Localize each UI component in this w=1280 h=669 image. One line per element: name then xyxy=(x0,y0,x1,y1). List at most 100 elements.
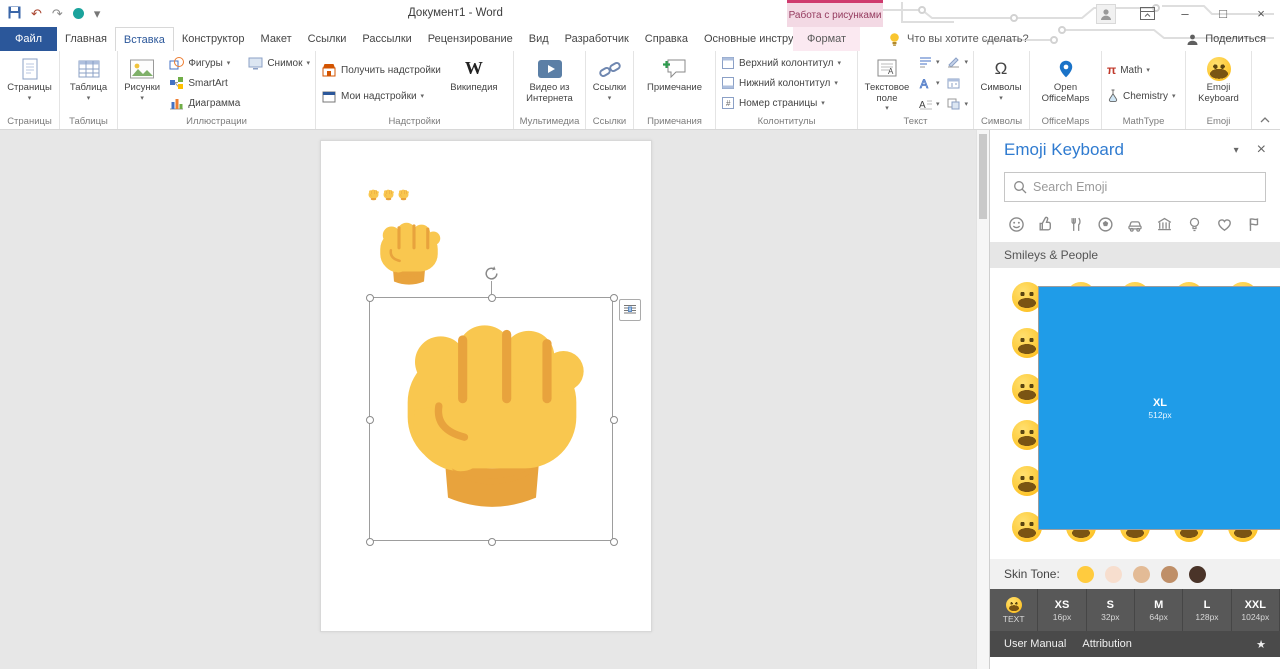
signature-line-button[interactable]: ▾ xyxy=(944,53,971,71)
user-manual-link[interactable]: User Manual xyxy=(1004,638,1066,650)
ribbon-display-options-button[interactable] xyxy=(1132,0,1162,27)
category-objects[interactable] xyxy=(1185,214,1205,234)
skin-tone-default[interactable] xyxy=(1076,565,1094,583)
panel-menu-caret-icon[interactable]: ▾ xyxy=(1234,145,1239,156)
favorite-star-icon[interactable]: ★ xyxy=(1256,638,1266,651)
smiley-icon xyxy=(1008,216,1024,232)
chart-button[interactable]: Диаграмма xyxy=(166,93,243,113)
collapse-ribbon-button[interactable] xyxy=(1256,112,1274,126)
category-smileys[interactable] xyxy=(1006,214,1026,234)
emoji-keyboard-button[interactable]: Emoji Keyboard xyxy=(1189,53,1249,113)
fist-image-large[interactable] xyxy=(382,314,602,520)
redo-button[interactable]: ↷ xyxy=(52,7,63,20)
size-option-xs[interactable]: XS 16px xyxy=(1038,589,1087,631)
tab-file[interactable]: Файл xyxy=(0,27,58,51)
page-number-button[interactable]: # Номер страницы ▾ xyxy=(718,93,844,113)
skin-tone-medium[interactable] xyxy=(1160,565,1178,583)
links-button[interactable]: Ссылки ▾ xyxy=(588,53,631,113)
tab-developer[interactable]: Разработчик xyxy=(557,27,637,51)
links-icon xyxy=(598,55,622,82)
screenshot-icon xyxy=(248,57,263,70)
minimize-button[interactable]: – xyxy=(1170,0,1200,27)
category-food[interactable] xyxy=(1066,214,1086,234)
symbols-button[interactable]: Ω Символы ▾ xyxy=(976,53,1026,113)
document-page[interactable] xyxy=(320,140,652,632)
date-time-button[interactable] xyxy=(944,74,971,92)
category-symbols[interactable] xyxy=(1214,214,1234,234)
selection-handle-se[interactable] xyxy=(610,538,618,546)
get-addins-button[interactable]: Получить надстройки xyxy=(318,60,444,80)
object-button[interactable]: ▾ xyxy=(944,95,971,113)
category-activities[interactable] xyxy=(1095,214,1115,234)
screenshot-button[interactable]: Снимок ▾ xyxy=(245,53,313,73)
online-video-button[interactable]: Видео из Интернета xyxy=(518,53,582,113)
pages-button[interactable]: Страницы ▾ xyxy=(2,53,57,113)
tab-review[interactable]: Рецензирование xyxy=(420,27,521,51)
officemaps-button[interactable]: Open OfficeMaps xyxy=(1034,53,1098,113)
emoji-search-box[interactable] xyxy=(1004,172,1266,202)
fist-image-medium[interactable] xyxy=(371,219,447,289)
chemistry-button[interactable]: Chemistry ▾ xyxy=(1104,86,1179,106)
selection-handle-n[interactable] xyxy=(488,294,496,302)
shapes-button[interactable]: Фигуры ▾ xyxy=(166,53,243,73)
comment-button[interactable]: Примечание xyxy=(640,53,710,113)
my-addins-button[interactable]: Мои надстройки ▾ xyxy=(318,86,444,106)
pictures-button[interactable]: Рисунки ▾ xyxy=(120,53,164,113)
wikipedia-button[interactable]: W Википедия xyxy=(446,53,502,113)
selected-picture-frame[interactable] xyxy=(366,266,618,546)
selection-handle-nw[interactable] xyxy=(366,294,374,302)
size-option-xxl[interactable]: XXL 1024px xyxy=(1232,589,1280,631)
category-gestures[interactable] xyxy=(1036,214,1056,234)
tab-layout[interactable]: Макет xyxy=(253,27,300,51)
tab-insert[interactable]: Вставка xyxy=(114,27,174,51)
customize-qat-button[interactable]: ▾ xyxy=(94,7,101,20)
tab-references[interactable]: Ссылки xyxy=(300,27,355,51)
save-button[interactable] xyxy=(8,6,21,21)
tab-view[interactable]: Вид xyxy=(521,27,557,51)
selection-handle-ne[interactable] xyxy=(610,294,618,302)
wordart-button[interactable]: A ▾ xyxy=(916,74,943,92)
selection-handle-w[interactable] xyxy=(366,416,374,424)
math-button[interactable]: π Math ▾ xyxy=(1104,60,1179,80)
size-option-l[interactable]: L 128px xyxy=(1183,589,1232,631)
size-option-s[interactable]: S 32px xyxy=(1087,589,1135,631)
tab-mailings[interactable]: Рассылки xyxy=(354,27,419,51)
tab-format-context[interactable]: Формат xyxy=(793,27,861,51)
panel-close-button[interactable]: × xyxy=(1257,142,1266,158)
rotate-handle[interactable] xyxy=(483,265,500,282)
tab-help[interactable]: Справка xyxy=(637,27,696,51)
attribution-link[interactable]: Attribution xyxy=(1082,638,1132,650)
selection-handle-sw[interactable] xyxy=(366,538,374,546)
inline-emoji-text[interactable] xyxy=(367,189,410,201)
selection-handle-e[interactable] xyxy=(610,416,618,424)
emoji-search-input[interactable] xyxy=(1033,180,1257,194)
tell-me-search[interactable]: Что вы хотите сделать? xyxy=(888,29,1029,49)
undo-button[interactable]: ↶ xyxy=(31,7,42,20)
skin-tone-dark[interactable] xyxy=(1188,565,1206,583)
smartart-button[interactable]: SmartArt xyxy=(166,73,243,93)
share-button[interactable]: Поделиться xyxy=(1186,29,1266,49)
maximize-button[interactable]: □ xyxy=(1208,0,1238,27)
textbox-button[interactable]: A Текстовое поле ▾ xyxy=(860,53,914,113)
skin-tone-light[interactable] xyxy=(1104,565,1122,583)
tab-home[interactable]: Главная xyxy=(57,27,115,51)
layout-options-button[interactable] xyxy=(619,299,641,321)
scrollbar-thumb[interactable] xyxy=(979,134,987,219)
footer-button[interactable]: Нижний колонтитул ▾ xyxy=(718,73,844,93)
skin-tone-medium-light[interactable] xyxy=(1132,565,1150,583)
size-option-xl[interactable]: XL 512px xyxy=(1038,286,1280,530)
header-button[interactable]: Верхний колонтитул ▾ xyxy=(718,53,844,73)
selection-handle-s[interactable] xyxy=(488,538,496,546)
quick-parts-button[interactable]: ▾ xyxy=(916,53,943,71)
category-places[interactable] xyxy=(1155,214,1175,234)
user-account-button[interactable] xyxy=(1096,4,1116,24)
table-button[interactable]: Таблица ▾ xyxy=(62,53,115,113)
size-option-m[interactable]: M 64px xyxy=(1135,589,1184,631)
dropcap-button[interactable]: A ▾ xyxy=(916,95,943,113)
tab-design[interactable]: Конструктор xyxy=(174,27,253,51)
category-flags[interactable] xyxy=(1244,214,1264,234)
category-travel[interactable] xyxy=(1125,214,1145,234)
vertical-scrollbar[interactable] xyxy=(976,130,989,669)
close-button[interactable]: × xyxy=(1246,0,1276,27)
size-option-text[interactable]: TEXT xyxy=(990,589,1039,631)
